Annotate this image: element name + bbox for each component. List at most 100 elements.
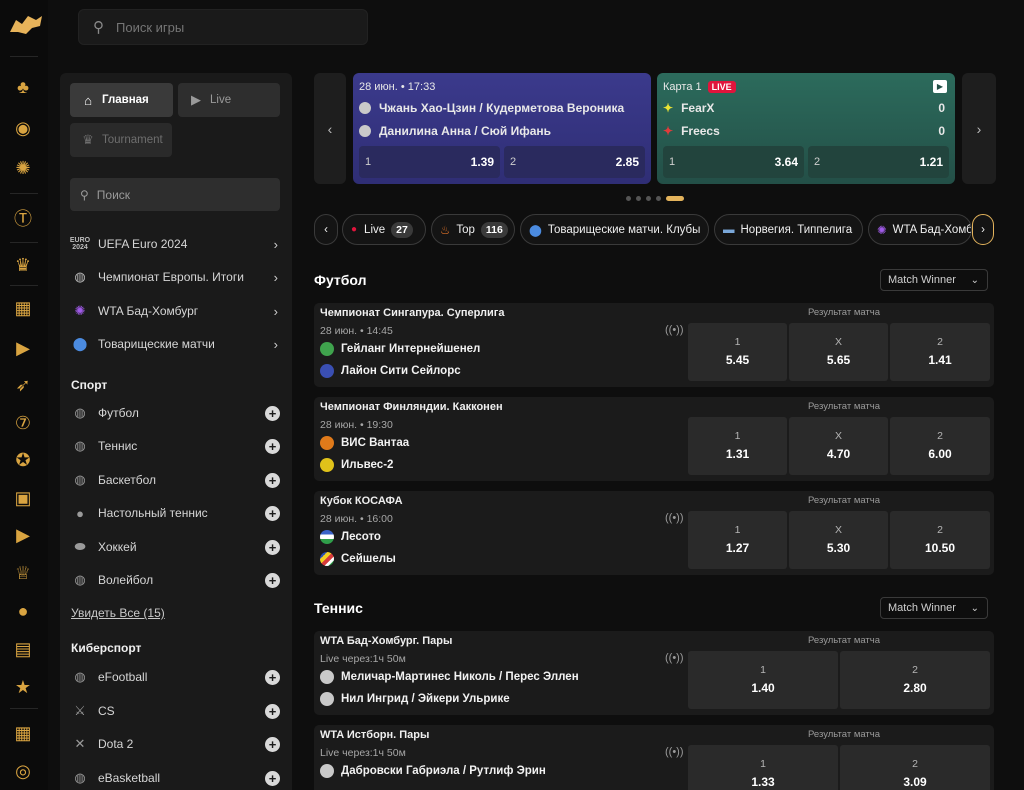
volleyball-icon[interactable]: ◉ bbox=[10, 115, 36, 141]
plus-icon[interactable]: + bbox=[265, 505, 280, 521]
featured-item[interactable]: ⬤ Товарищеские матчи › bbox=[70, 331, 282, 357]
sport-item[interactable]: ⬬ Хоккей + bbox=[70, 534, 282, 560]
brand-logo-icon[interactable] bbox=[6, 10, 46, 44]
tournament-button[interactable]: ♛ Tournament bbox=[70, 123, 172, 157]
esport-item[interactable]: ◍ eFootball + bbox=[70, 664, 282, 690]
plus-icon[interactable]: + bbox=[265, 539, 280, 555]
video-icon[interactable]: ▶ bbox=[10, 522, 36, 548]
chips-prev-button[interactable]: ‹ bbox=[314, 214, 338, 245]
odd-button[interactable]: 1 1.33 bbox=[688, 745, 838, 790]
featured-item[interactable]: ✺ WTA Бад-Хомбург › bbox=[70, 298, 282, 324]
odd-button[interactable]: X 5.65 bbox=[789, 323, 888, 381]
plus-icon[interactable]: + bbox=[265, 572, 280, 588]
sport-item[interactable]: ● Настольный теннис + bbox=[70, 500, 282, 526]
chips-next-button[interactable]: › bbox=[972, 214, 994, 245]
carousel-dot[interactable] bbox=[656, 196, 661, 201]
event-card[interactable]: Чемпионат Финляндии. Какконен Результат … bbox=[314, 397, 994, 481]
trophy-icon[interactable]: ♛ bbox=[10, 252, 36, 278]
live-button[interactable]: ▶ Live bbox=[178, 83, 280, 117]
casino-chips-icon[interactable]: ♣ bbox=[10, 74, 36, 100]
star-icon[interactable]: ★ bbox=[10, 674, 36, 700]
chip-friendly-clubs[interactable]: ⬤ Товарищеские матчи. Клубы bbox=[520, 214, 709, 245]
rocket-icon[interactable]: ➶ bbox=[10, 372, 36, 398]
odd-button[interactable]: 2 2.80 bbox=[840, 651, 990, 709]
esport-item[interactable]: ✕ Dota 2 + bbox=[70, 731, 282, 757]
chip-top[interactable]: ♨ Top 116 bbox=[431, 214, 515, 245]
live-casino-icon[interactable]: ▶ bbox=[10, 335, 36, 361]
home-button[interactable]: ⌂ Главная bbox=[70, 83, 173, 117]
plus-icon[interactable]: + bbox=[265, 438, 280, 454]
chip-wta[interactable]: ✺ WTA Бад-Хомб bbox=[868, 214, 972, 245]
odd-button[interactable]: X 5.30 bbox=[789, 511, 888, 569]
tournament-t-icon[interactable]: Ⓣ bbox=[10, 205, 36, 231]
sport-item[interactable]: ◍ Теннис + bbox=[70, 433, 282, 459]
plus-icon[interactable]: + bbox=[265, 669, 280, 685]
carousel-prev-button[interactable]: ‹ bbox=[314, 73, 346, 184]
team-score: 0 bbox=[938, 123, 945, 138]
grid-icon[interactable]: ▦ bbox=[10, 295, 36, 321]
live-grid-icon[interactable]: ▦ bbox=[10, 720, 36, 746]
see-all-link[interactable]: Увидеть Все (15) bbox=[71, 606, 165, 620]
roulette-icon[interactable]: ✪ bbox=[10, 447, 36, 473]
cs-icon: ⚔ bbox=[74, 703, 86, 718]
carousel-dot[interactable] bbox=[646, 196, 651, 201]
team-name: Чжань Хао-Цзин / Кудерметова Вероника bbox=[379, 100, 625, 115]
chip-live[interactable]: ● Live 27 bbox=[342, 214, 426, 245]
wheel-icon[interactable]: ✺ bbox=[10, 155, 36, 181]
esport-item[interactable]: ◍ eBasketball + bbox=[70, 765, 282, 790]
odd-button[interactable]: 1 5.45 bbox=[688, 323, 787, 381]
featured-item[interactable]: ◍ Чемпионат Европы. Итоги › bbox=[70, 264, 282, 290]
carousel-dot[interactable] bbox=[626, 196, 631, 201]
odd-button[interactable]: 1 1.27 bbox=[688, 511, 787, 569]
sidebar-search[interactable]: ⚲ Поиск bbox=[70, 178, 280, 211]
chip-count: 116 bbox=[480, 221, 508, 238]
live-ball-icon[interactable]: ◎ bbox=[10, 758, 36, 784]
sport-item[interactable]: ◍ Волейбол + bbox=[70, 567, 282, 593]
event-card[interactable]: Чемпионат Сингапура. Суперлига Результат… bbox=[314, 303, 994, 387]
event-card[interactable]: WTA Бад-Хомбург. Пары Результат матча Li… bbox=[314, 631, 994, 715]
slot-seven-icon[interactable]: ⑦ bbox=[10, 410, 36, 436]
carousel-next-button[interactable]: › bbox=[962, 73, 996, 184]
market-select[interactable]: Match Winner ⌄ bbox=[880, 269, 988, 291]
plus-icon[interactable]: + bbox=[265, 703, 280, 719]
stream-icon[interactable]: ▶ bbox=[933, 80, 947, 93]
sport-label: Хоккей bbox=[98, 540, 137, 554]
featured-match-card[interactable]: Карта 1 LIVE ▶ ✦ FearX 0 ✦ Freecs 0 1 3.64 21… bbox=[657, 73, 955, 184]
event-card[interactable]: Кубок КОСАФА Результат матча 28 июн. • 1… bbox=[314, 491, 994, 575]
game-search[interactable]: ⚲ bbox=[78, 9, 368, 45]
odd-button[interactable]: 2 1.41 bbox=[890, 323, 990, 381]
odd-label: 2 bbox=[912, 758, 918, 770]
esport-item[interactable]: ⚔ CS + bbox=[70, 698, 282, 724]
odd-button[interactable]: 2 10.50 bbox=[890, 511, 990, 569]
cup-icon[interactable]: ♕ bbox=[10, 560, 36, 586]
team-name: ВИС Вантаа bbox=[341, 437, 410, 449]
cards-icon[interactable]: ▣ bbox=[10, 485, 36, 511]
odd-button[interactable]: 1 3.64 bbox=[663, 146, 804, 178]
odd-button[interactable]: 1 1.39 bbox=[359, 146, 500, 178]
carousel-dot[interactable] bbox=[636, 196, 641, 201]
carousel-dot-active[interactable] bbox=[666, 196, 684, 201]
team-row: ✦ FearX 0 bbox=[663, 99, 949, 116]
market-select[interactable]: Match Winner ⌄ bbox=[880, 597, 988, 619]
ticket-icon[interactable]: ▤ bbox=[10, 636, 36, 662]
odd-button[interactable]: 2 3.09 bbox=[840, 745, 990, 790]
plus-icon[interactable]: + bbox=[265, 472, 280, 488]
featured-item[interactable]: EURO 2024 UEFA Euro 2024 › bbox=[70, 231, 282, 257]
odd-button[interactable]: 1 1.31 bbox=[688, 417, 787, 475]
odd-button[interactable]: 2 6.00 bbox=[890, 417, 990, 475]
sport-item[interactable]: ◍ Баскетбол + bbox=[70, 467, 282, 493]
plus-icon[interactable]: + bbox=[265, 736, 280, 752]
odd-button[interactable]: 2 2.85 bbox=[504, 146, 645, 178]
chip-norway[interactable]: ▬ Норвегия. Типпелига bbox=[714, 214, 863, 245]
featured-match-card[interactable]: 28 июн. • 17:33 Чжань Хао-Цзин / Кудерме… bbox=[353, 73, 651, 184]
odd-button[interactable]: X 4.70 bbox=[789, 417, 888, 475]
game-search-input[interactable] bbox=[116, 19, 346, 35]
event-card[interactable]: WTA Истборн. Пары Результат матча Live ч… bbox=[314, 725, 994, 790]
odd-button[interactable]: 2 1.21 bbox=[808, 146, 949, 178]
bomb-icon[interactable]: ● bbox=[10, 598, 36, 624]
plus-icon[interactable]: + bbox=[265, 770, 280, 786]
odd-button[interactable]: 1 1.40 bbox=[688, 651, 838, 709]
league-name: Чемпионат Сингапура. Суперлига bbox=[320, 307, 505, 319]
sport-item[interactable]: ◍ Футбол + bbox=[70, 400, 282, 426]
plus-icon[interactable]: + bbox=[265, 405, 280, 421]
